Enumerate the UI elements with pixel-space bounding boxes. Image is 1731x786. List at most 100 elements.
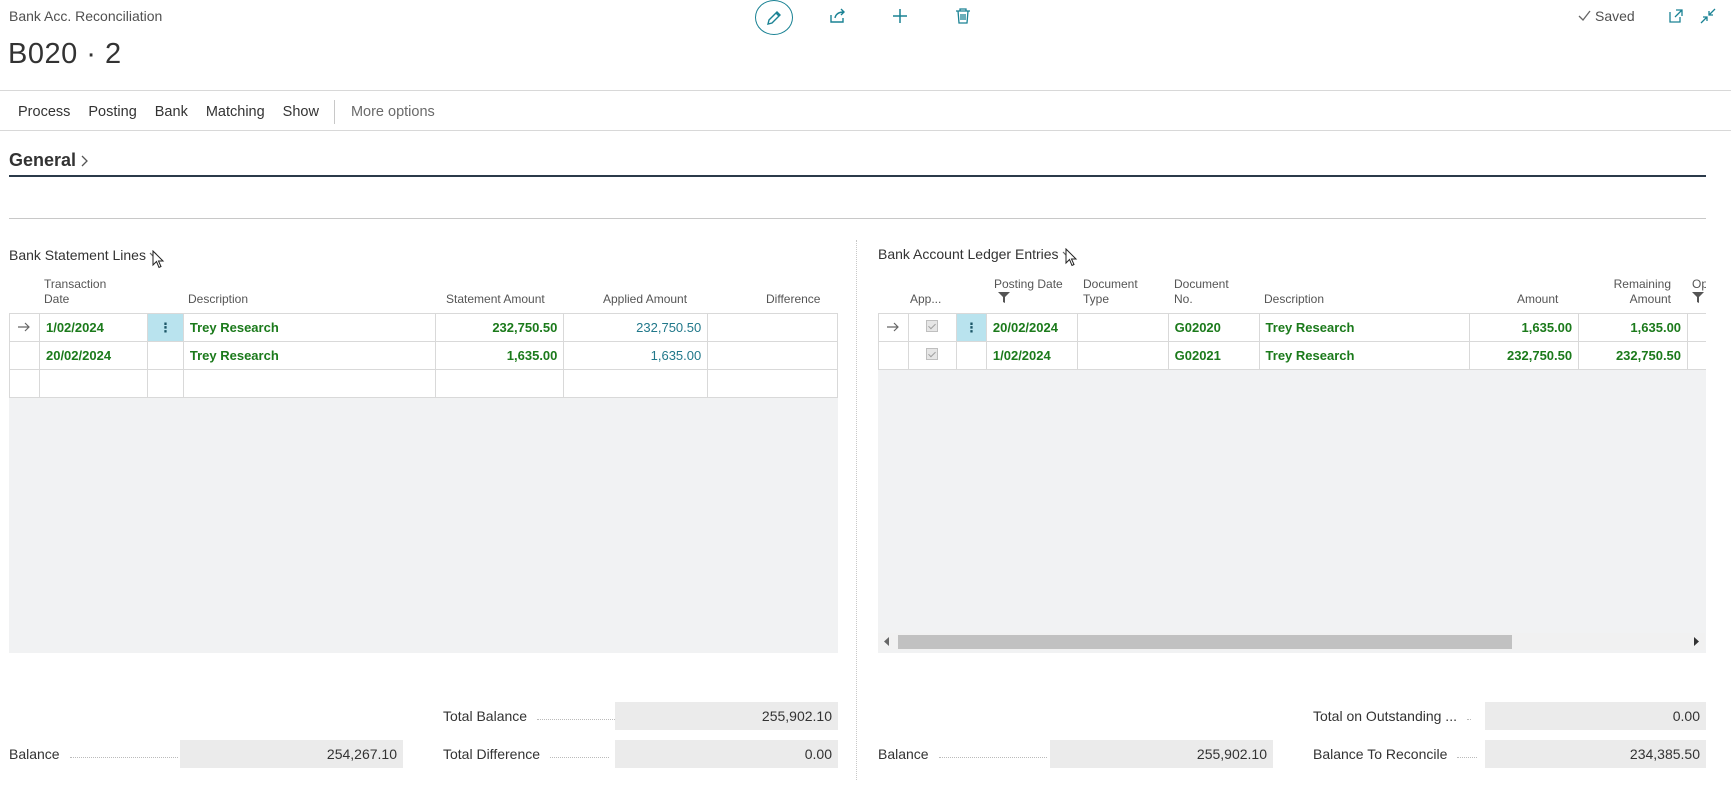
leader-dots <box>550 756 610 758</box>
ledger-balance-value: 255,902.10 <box>1050 740 1273 768</box>
section-divider <box>9 218 1706 219</box>
cell-applied-amount[interactable]: 1,635.00 <box>563 341 709 370</box>
save-status: Saved <box>1578 8 1635 24</box>
total-difference-label: Total Difference <box>443 746 610 762</box>
page-title: B020 · 2 <box>8 38 122 70</box>
cell-amount[interactable]: 1,635.00 <box>1469 313 1580 342</box>
general-fasttab[interactable]: General <box>9 150 89 171</box>
table-row-empty[interactable] <box>9 369 838 398</box>
table-row[interactable]: 20/02/2024 Trey Research 1,635.00 1,635.… <box>9 341 838 370</box>
col-applied-amount[interactable]: Applied Amount <box>603 292 687 307</box>
cell-transaction-date[interactable]: 1/02/2024 <box>38 313 148 342</box>
table-row[interactable]: 1/02/2024 G02021 Trey Research 232,750.5… <box>878 341 1706 370</box>
col-description[interactable]: Description <box>188 292 248 307</box>
cell-difference[interactable] <box>707 341 838 370</box>
cell-remaining-amount[interactable]: 232,750.50 <box>1578 341 1689 370</box>
total-difference-value: 0.00 <box>615 740 838 768</box>
cell-statement-amount[interactable]: 232,750.50 <box>434 313 565 342</box>
table-row[interactable]: 1/02/2024 ⋮ Trey Research 232,750.50 232… <box>9 313 838 342</box>
cell-description[interactable]: Trey Research <box>182 313 436 342</box>
collapse-button[interactable] <box>1698 6 1718 26</box>
col-document-type[interactable]: Document Type <box>1083 277 1138 307</box>
col-description[interactable]: Description <box>1264 292 1324 307</box>
row-menu-button[interactable]: ⋮ <box>146 313 184 342</box>
cell-description[interactable]: Trey Research <box>182 341 436 370</box>
cell-applied-amount[interactable]: 232,750.50 <box>563 313 709 342</box>
action-show[interactable]: Show <box>283 104 319 120</box>
filter-icon <box>998 292 1010 303</box>
scrollbar-thumb[interactable] <box>898 635 1512 649</box>
balance-to-reconcile-value: 234,385.50 <box>1485 740 1706 768</box>
mouse-cursor-icon <box>152 250 165 269</box>
ledger-balance-label: Balance <box>878 746 1047 762</box>
cell-posting-date[interactable]: 20/02/2024 <box>985 313 1078 342</box>
statement-lines-title[interactable]: Bank Statement Lines <box>9 240 166 270</box>
total-outstanding-value[interactable]: 0.00 <box>1485 702 1706 730</box>
cell-difference[interactable] <box>707 313 838 342</box>
row-menu-cell <box>955 341 987 370</box>
delete-button[interactable] <box>950 4 976 28</box>
row-menu-cell <box>146 341 184 370</box>
share-icon <box>830 8 845 23</box>
empty-cell[interactable] <box>563 369 709 398</box>
open-new-window-button[interactable] <box>1666 6 1686 26</box>
col-transaction-date[interactable]: Transaction Date <box>44 277 134 307</box>
more-options-button[interactable]: More options <box>351 104 435 120</box>
col-open[interactable]: Op <box>1692 277 1706 307</box>
col-statement-amount[interactable]: Statement Amount <box>446 292 545 307</box>
cell-open[interactable] <box>1687 313 1706 342</box>
plus-icon <box>893 9 907 23</box>
statement-lines-table: 1/02/2024 ⋮ Trey Research 232,750.50 232… <box>9 313 838 398</box>
ledger-balance-label-text: Balance <box>878 746 929 762</box>
checkmark-icon <box>1578 10 1591 21</box>
cell-document-type[interactable] <box>1076 313 1169 342</box>
cell-document-no[interactable]: G02020 <box>1167 313 1260 342</box>
col-posting-date[interactable]: Posting Date <box>994 277 1063 307</box>
ledger-entries-title-text: Bank Account Ledger Entries <box>878 246 1059 262</box>
balance-label: Balance <box>9 746 178 762</box>
action-matching[interactable]: Matching <box>206 104 265 120</box>
empty-cell[interactable] <box>434 369 565 398</box>
row-menu-button[interactable]: ⋮ <box>955 313 987 342</box>
action-bank[interactable]: Bank <box>155 104 188 120</box>
action-process[interactable]: Process <box>18 104 70 120</box>
cell-applied[interactable] <box>907 313 957 342</box>
col-amount[interactable]: Amount <box>1517 292 1558 307</box>
action-posting[interactable]: Posting <box>88 104 136 120</box>
row-indicator <box>878 341 909 370</box>
total-balance-label: Total Balance <box>443 708 616 724</box>
cell-amount[interactable]: 232,750.50 <box>1469 341 1580 370</box>
general-label: General <box>9 150 77 170</box>
row-indicator <box>9 313 40 342</box>
share-button[interactable] <box>825 4 851 28</box>
cell-document-no[interactable]: G02021 <box>1167 341 1260 370</box>
cell-applied[interactable] <box>907 341 957 370</box>
leader-dots <box>1457 756 1478 758</box>
cell-description[interactable]: Trey Research <box>1258 341 1471 370</box>
more-vertical-icon: ⋮ <box>158 319 172 335</box>
edit-button[interactable] <box>755 0 793 35</box>
cell-remaining-amount[interactable]: 1,635.00 <box>1578 313 1689 342</box>
empty-cell <box>146 369 184 398</box>
cell-open[interactable] <box>1687 341 1706 370</box>
cell-transaction-date[interactable]: 20/02/2024 <box>38 341 148 370</box>
new-button[interactable] <box>887 4 913 28</box>
col-applied[interactable]: App... <box>910 292 941 307</box>
horizontal-scrollbar[interactable] <box>878 633 1705 650</box>
empty-cell[interactable] <box>38 369 148 398</box>
filter-icon <box>1692 292 1704 303</box>
saved-label: Saved <box>1595 8 1635 24</box>
empty-cell[interactable] <box>182 369 436 398</box>
cell-description[interactable]: Trey Research <box>1258 313 1471 342</box>
col-document-no[interactable]: Document No. <box>1174 277 1229 307</box>
col-difference[interactable]: Difference <box>766 292 820 307</box>
empty-cell[interactable] <box>707 369 838 398</box>
cell-posting-date[interactable]: 1/02/2024 <box>985 341 1078 370</box>
total-outstanding-label-text: Total on Outstanding ... <box>1313 708 1457 724</box>
col-remaining-amount[interactable]: Remaining Amount <box>1610 277 1671 307</box>
cell-statement-amount[interactable]: 1,635.00 <box>434 341 565 370</box>
ledger-entries-title[interactable]: Bank Account Ledger Entries <box>878 240 1079 268</box>
cell-document-type[interactable] <box>1076 341 1169 370</box>
table-row[interactable]: ⋮ 20/02/2024 G02020 Trey Research 1,635.… <box>878 313 1706 342</box>
arrow-right-icon <box>18 322 31 332</box>
